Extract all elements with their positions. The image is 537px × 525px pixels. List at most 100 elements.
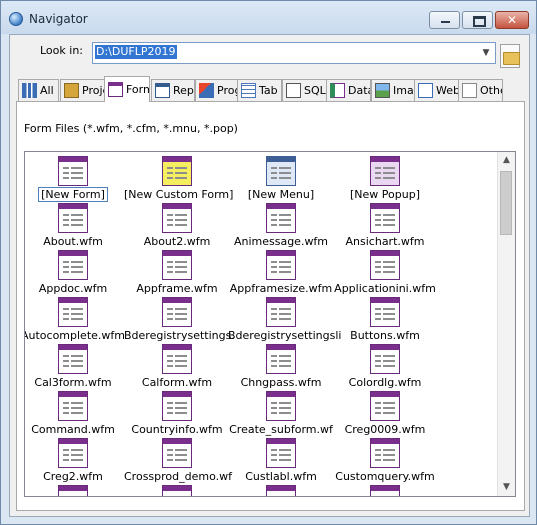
- file-item[interactable]: Cal3form.wfm: [25, 343, 126, 389]
- new-menu-icon: [266, 156, 296, 186]
- file-item[interactable]: Custlabl.wfm: [228, 437, 334, 483]
- file-item[interactable]: [124, 484, 230, 496]
- chevron-down-icon[interactable]: ▼: [479, 45, 493, 61]
- folder-icon: [503, 52, 520, 65]
- file-item[interactable]: About2.wfm: [124, 202, 230, 248]
- form-file-icon: [370, 250, 400, 280]
- table-icon: [241, 83, 256, 98]
- minimize-icon: [441, 21, 450, 23]
- item-label: Countryinfo.wfm: [124, 424, 230, 436]
- item-label-text: Crossprod_demo.wf: [124, 470, 232, 483]
- file-item[interactable]: Applicationini.wfm: [332, 249, 438, 295]
- tab-label: Form: [126, 83, 149, 96]
- new-item[interactable]: [New Popup]: [332, 155, 438, 201]
- other-icon: [462, 83, 477, 98]
- tab-sql[interactable]: SQL: [282, 79, 327, 101]
- form-file-icon: [162, 391, 192, 421]
- tab-all-files[interactable]: All: [18, 79, 59, 101]
- item-label-text: About2.wfm: [143, 235, 211, 248]
- item-label: Applicationini.wfm: [332, 283, 438, 295]
- file-list[interactable]: Customquery.wfm Custlabl.wfm Crossprod_dem…: [24, 151, 516, 497]
- project-icon: [64, 83, 79, 98]
- file-item[interactable]: Buttons.wfm: [332, 296, 438, 342]
- item-label-text: Cal3form.wfm: [34, 376, 112, 389]
- tab-table[interactable]: Tab: [237, 79, 282, 101]
- file-item[interactable]: Customquery.wfm: [332, 437, 438, 483]
- vertical-scrollbar[interactable]: ▲ ▼: [497, 152, 515, 496]
- item-label-text: Chngpass.wfm: [240, 376, 322, 389]
- tab-program[interactable]: Prog: [195, 79, 239, 101]
- item-label: [New Custom Form]: [124, 189, 233, 201]
- file-item[interactable]: Appframesize.wfm: [228, 249, 334, 295]
- file-item[interactable]: Ansichart.wfm: [332, 202, 438, 248]
- file-item[interactable]: Countryinfo.wfm: [124, 390, 230, 436]
- form-file-icon: [58, 344, 88, 374]
- file-item[interactable]: [25, 484, 126, 496]
- file-item[interactable]: Bderegistrysettings.: [124, 296, 235, 342]
- new-item[interactable]: [New Menu]: [228, 155, 334, 201]
- minimize-button[interactable]: [429, 11, 460, 29]
- tab-report[interactable]: Rep: [151, 79, 195, 101]
- tab-label: Tab: [259, 84, 278, 97]
- form-file-icon: [370, 203, 400, 233]
- form-file-icon: [162, 344, 192, 374]
- scroll-up-icon[interactable]: ▲: [498, 152, 515, 169]
- tab-datamodule[interactable]: Data: [326, 79, 371, 101]
- close-button[interactable]: ✕: [495, 11, 529, 29]
- item-label: About.wfm: [25, 236, 126, 248]
- item-label: [New Menu]: [228, 189, 334, 201]
- file-item[interactable]: About.wfm: [25, 202, 126, 248]
- file-item[interactable]: Autocomplete.wfm: [25, 296, 126, 342]
- navigator-app-icon: [9, 12, 23, 26]
- item-label-text: Buttons.wfm: [350, 329, 420, 342]
- form-file-icon: [266, 344, 296, 374]
- browse-folder-button[interactable]: [500, 44, 520, 68]
- maximize-button[interactable]: [462, 11, 493, 29]
- scroll-down-icon[interactable]: ▼: [498, 479, 515, 496]
- maximize-icon: [473, 16, 486, 27]
- form-file-icon: [58, 485, 88, 496]
- file-item[interactable]: Create_subform.wf: [228, 390, 334, 436]
- new-custom-form-icon: [162, 156, 192, 186]
- scroll-thumb[interactable]: [500, 171, 512, 235]
- tab-image[interactable]: Imag: [371, 79, 416, 101]
- form-file-icon: [58, 438, 88, 468]
- file-item[interactable]: Calform.wfm: [124, 343, 230, 389]
- file-item[interactable]: Animessage.wfm: [228, 202, 334, 248]
- navigator-client: Look in: D:\DUFLP2019 ▼ All Proje Form Rep P…: [9, 34, 530, 517]
- form-files-label: Form Files (*.wfm, *.cfm, *.mnu, *.pop): [24, 122, 238, 135]
- navigator-window: Navigator ✕ Look in: D:\DUFLP2019 ▼ All P…: [0, 0, 537, 525]
- file-item[interactable]: Appframe.wfm: [124, 249, 230, 295]
- item-label: Animessage.wfm: [228, 236, 334, 248]
- title-bar[interactable]: Navigator ✕: [1, 1, 536, 34]
- report-icon: [155, 83, 170, 98]
- file-item[interactable]: [332, 484, 438, 496]
- new-item[interactable]: [New Form]: [25, 155, 126, 202]
- tab-other[interactable]: Othe: [458, 79, 503, 101]
- file-item[interactable]: Command.wfm: [25, 390, 126, 436]
- item-label: Command.wfm: [25, 423, 126, 436]
- look-in-combobox[interactable]: D:\DUFLP2019 ▼: [92, 42, 496, 64]
- item-label-text: Appframe.wfm: [136, 282, 218, 295]
- item-label-text: Appdoc.wfm: [38, 282, 108, 295]
- file-item[interactable]: Bderegistrysettingsli: [228, 296, 341, 342]
- file-item[interactable]: Chngpass.wfm: [228, 343, 334, 389]
- item-label: Appframe.wfm: [124, 283, 230, 295]
- item-label: Bderegistrysettingsli: [228, 330, 341, 342]
- file-item[interactable]: [228, 484, 334, 496]
- look-in-value[interactable]: D:\DUFLP2019: [95, 45, 177, 59]
- new-item[interactable]: [New Custom Form]: [124, 155, 233, 201]
- web-icon: [418, 83, 433, 98]
- file-item[interactable]: Appdoc.wfm: [25, 249, 126, 295]
- item-label-text: Countryinfo.wfm: [131, 423, 223, 436]
- tab-form[interactable]: Form: [104, 76, 150, 102]
- file-item[interactable]: Colordlg.wfm: [332, 343, 438, 389]
- tab-label: Othe: [480, 84, 502, 97]
- tab-web[interactable]: Web: [414, 79, 459, 101]
- item-label-text: Command.wfm: [31, 423, 115, 436]
- item-label: Appframesize.wfm: [228, 283, 334, 295]
- tab-project[interactable]: Proje: [60, 79, 105, 101]
- file-item[interactable]: Crossprod_demo.wf: [124, 437, 232, 483]
- file-item[interactable]: Creg0009.wfm: [332, 390, 438, 436]
- file-item[interactable]: Creg2.wfm: [25, 437, 126, 483]
